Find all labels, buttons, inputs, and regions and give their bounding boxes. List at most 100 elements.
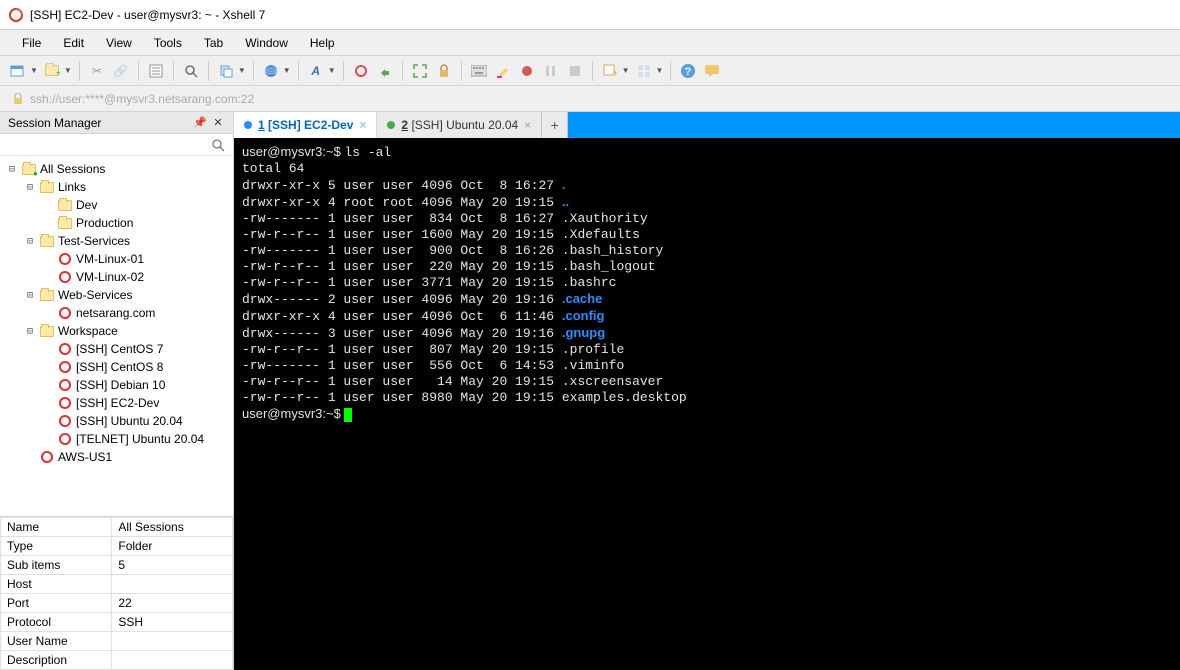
tree-item[interactable]: [SSH] EC2-Dev (4, 394, 229, 412)
dropdown-icon[interactable]: ▼ (283, 66, 291, 75)
menu-file[interactable]: File (12, 33, 51, 53)
status-dot-icon (387, 121, 395, 129)
tree-item[interactable]: [SSH] Ubuntu 20.04 (4, 412, 229, 430)
new-window-icon[interactable]: + (600, 61, 620, 81)
folder-icon (39, 233, 55, 249)
menu-window[interactable]: Window (235, 33, 298, 53)
close-icon[interactable]: ✕ (211, 116, 225, 130)
folder-icon (39, 323, 55, 339)
keyboard-icon[interactable] (469, 61, 489, 81)
tree-item[interactable]: VM-Linux-01 (4, 250, 229, 268)
stop-icon[interactable] (565, 61, 585, 81)
window-title: [SSH] EC2-Dev - user@mysvr3: ~ - Xshell … (30, 8, 265, 22)
lock-icon[interactable] (434, 61, 454, 81)
transfer-icon[interactable] (375, 61, 395, 81)
menu-help[interactable]: Help (300, 33, 345, 53)
session-icon (39, 449, 55, 465)
tree-item[interactable]: netsarang.com (4, 304, 229, 322)
menu-edit[interactable]: Edit (53, 33, 94, 53)
search-icon[interactable] (181, 61, 201, 81)
tree-item[interactable]: [TELNET] Ubuntu 20.04 (4, 430, 229, 448)
panel-title: Session Manager (8, 116, 101, 130)
properties-grid: NameAll Sessions TypeFolder Sub items5 H… (0, 516, 233, 670)
props-row: Host (1, 575, 233, 594)
font-icon[interactable]: A (306, 61, 326, 81)
chat-icon[interactable] (702, 61, 722, 81)
folder-icon (39, 287, 55, 303)
lock-icon (12, 93, 24, 105)
dropdown-icon[interactable]: ▼ (238, 66, 246, 75)
tree-item[interactable]: [SSH] Debian 10 (4, 376, 229, 394)
tab-ec2-dev[interactable]: 1 [SSH] EC2-Dev × (234, 112, 377, 138)
folder-icon (57, 215, 73, 231)
tree-item[interactable]: VM-Linux-02 (4, 268, 229, 286)
swirl-icon[interactable] (351, 61, 371, 81)
new-session-icon[interactable] (8, 61, 28, 81)
tree-item[interactable]: Production (4, 214, 229, 232)
tree-item[interactable]: [SSH] CentOS 8 (4, 358, 229, 376)
dropdown-icon[interactable]: ▼ (64, 66, 72, 75)
address-text: ssh://user:****@mysvr3.netsarang.com:22 (30, 92, 254, 106)
tree-item[interactable]: AWS-US1 (4, 448, 229, 466)
tree-root[interactable]: ⊟●All Sessions (4, 160, 229, 178)
props-row: ProtocolSSH (1, 613, 233, 632)
pin-icon[interactable]: 📌 (193, 116, 207, 130)
props-header: NameAll Sessions (1, 518, 233, 537)
cut-icon[interactable]: ✂ (87, 61, 107, 81)
panel-header: Session Manager 📌 ✕ (0, 112, 233, 134)
separator (343, 61, 344, 81)
session-tree[interactable]: ⊟●All Sessions ⊟Links Dev Production ⊟Te… (0, 156, 233, 516)
terminal[interactable]: user@mysvr3:~$ ls -al total 64 drwxr-xr-… (234, 138, 1180, 670)
close-icon[interactable]: × (524, 118, 531, 132)
menu-view[interactable]: View (96, 33, 142, 53)
tree-folder-workspace[interactable]: ⊟Workspace (4, 322, 229, 340)
menu-bar: File Edit View Tools Tab Window Help (0, 30, 1180, 56)
session-icon (57, 305, 73, 321)
tree-item[interactable]: Dev (4, 196, 229, 214)
help-icon[interactable]: ? (678, 61, 698, 81)
folder-icon (57, 197, 73, 213)
session-icon (57, 269, 73, 285)
props-row: User Name (1, 632, 233, 651)
session-icon (57, 395, 73, 411)
props-row: Port22 (1, 594, 233, 613)
record-icon[interactable] (517, 61, 537, 81)
tree-folder-web[interactable]: ⊟Web-Services (4, 286, 229, 304)
tab-ubuntu[interactable]: 2 [SSH] Ubuntu 20.04 × (377, 112, 542, 138)
menu-tools[interactable]: Tools (144, 33, 192, 53)
pause-icon[interactable] (541, 61, 561, 81)
separator (670, 61, 671, 81)
copy-icon[interactable] (216, 61, 236, 81)
props-row: Sub items5 (1, 556, 233, 575)
tab-strip: 1 [SSH] EC2-Dev × 2 [SSH] Ubuntu 20.04 ×… (234, 112, 1180, 138)
tree-folder-test[interactable]: ⊟Test-Services (4, 232, 229, 250)
session-icon (57, 431, 73, 447)
content-area: 1 [SSH] EC2-Dev × 2 [SSH] Ubuntu 20.04 ×… (234, 112, 1180, 670)
add-tab-button[interactable]: + (542, 112, 568, 138)
new-folder-icon[interactable]: + (42, 61, 62, 81)
separator (253, 61, 254, 81)
separator (138, 61, 139, 81)
tree-item[interactable]: [SSH] CentOS 7 (4, 340, 229, 358)
dropdown-icon[interactable]: ▼ (656, 66, 664, 75)
globe-icon[interactable] (261, 61, 281, 81)
dropdown-icon[interactable]: ▼ (622, 66, 630, 75)
svg-text:?: ? (685, 66, 692, 78)
properties-icon[interactable] (146, 61, 166, 81)
menu-tab[interactable]: Tab (194, 33, 233, 53)
fullscreen-icon[interactable] (410, 61, 430, 81)
session-icon (57, 377, 73, 393)
search-icon[interactable] (211, 138, 225, 152)
props-row: Description (1, 651, 233, 670)
session-icon (57, 413, 73, 429)
tree-folder-links[interactable]: ⊟Links (4, 178, 229, 196)
link-icon[interactable]: 🔗 (111, 61, 131, 81)
highlight-icon[interactable] (493, 61, 513, 81)
svg-text:+: + (613, 68, 617, 78)
close-icon[interactable]: × (359, 118, 366, 132)
tile-icon[interactable] (634, 61, 654, 81)
address-bar[interactable]: ssh://user:****@mysvr3.netsarang.com:22 (0, 86, 1180, 112)
dropdown-icon[interactable]: ▼ (30, 66, 38, 75)
dropdown-icon[interactable]: ▼ (328, 66, 336, 75)
app-icon (8, 7, 24, 23)
